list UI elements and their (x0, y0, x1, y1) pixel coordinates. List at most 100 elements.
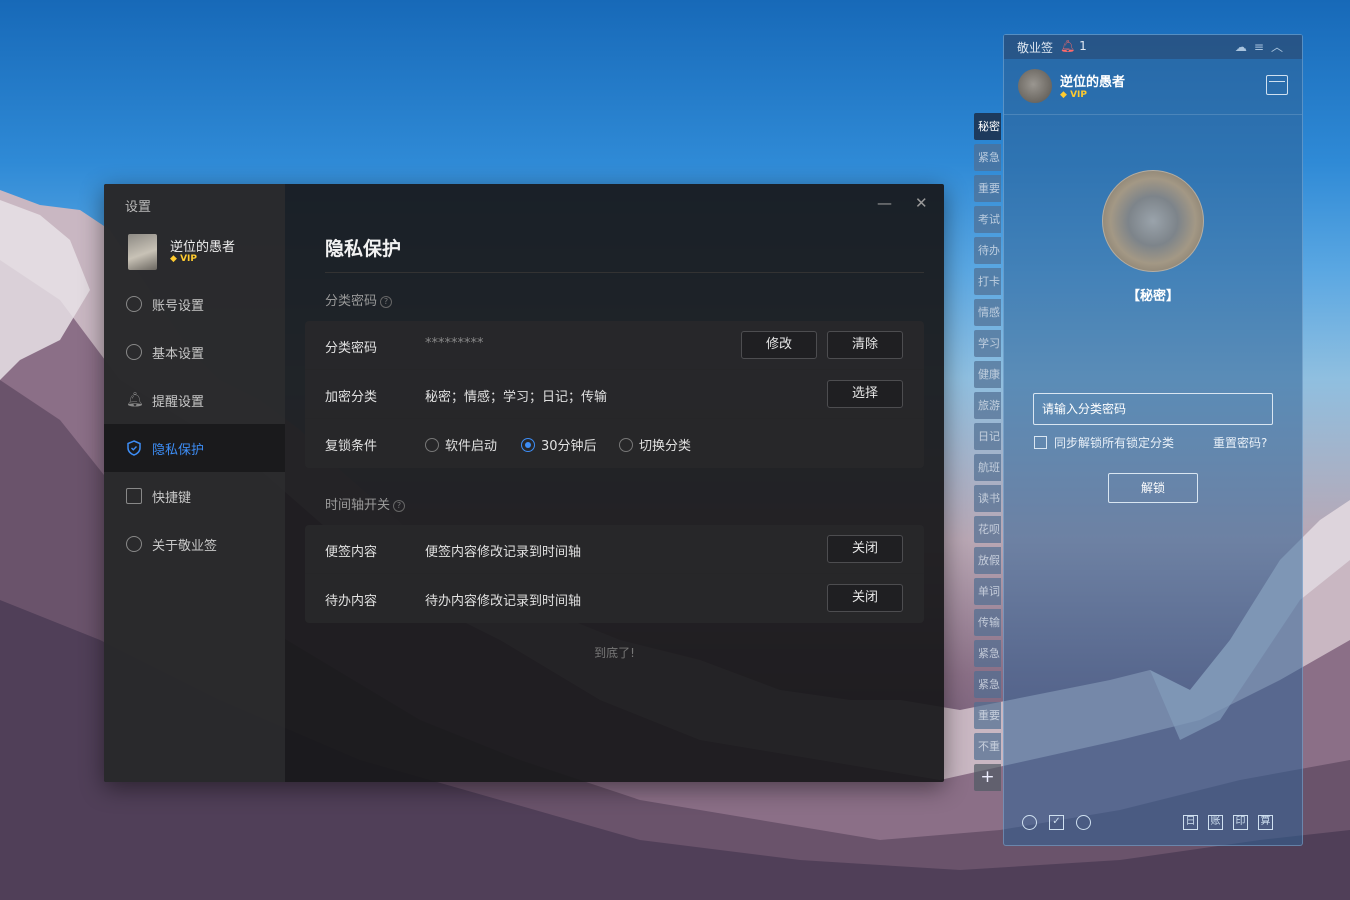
category-tab[interactable]: 紧急 (974, 144, 1001, 171)
widget-header: 逆位的愚者 ◆ VIP (1004, 59, 1302, 115)
checkbox (1034, 436, 1047, 449)
category-tab[interactable]: 航班 (974, 454, 1001, 481)
vip-badge: ◆ VIP (1060, 90, 1087, 100)
nav-label: 账号设置 (152, 298, 205, 314)
row-label: 待办内容 (325, 594, 378, 609)
row-label: 复锁条件 (325, 439, 378, 454)
section-label-password: 分类密码? (325, 290, 393, 309)
user-profile[interactable]: 逆位的愚者 ◆ VIP (128, 234, 278, 272)
vip-badge: ◆ VIP (170, 254, 197, 264)
minimize-icon[interactable]: — (877, 194, 892, 212)
settings-icon (126, 344, 142, 360)
category-tab[interactable]: 情感 (974, 299, 1001, 326)
reset-password-link[interactable]: 重置密码? (1213, 434, 1267, 451)
collapse-icon[interactable]: ︿ (1271, 40, 1290, 54)
category-tab[interactable]: 秘密 (974, 113, 1001, 140)
settings-content: — ✕ 隐私保护 分类密码? 分类密码 ********* 修改 清除 加密分类… (285, 184, 944, 782)
search-icon[interactable] (1076, 815, 1091, 830)
nav-label: 关于敬业签 (152, 538, 218, 554)
select-button[interactable]: 选择 (827, 380, 903, 408)
category-tab[interactable]: 旅游 (974, 392, 1001, 419)
row-label: 加密分类 (325, 390, 378, 405)
todo-check-icon[interactable]: ✓ (1049, 815, 1064, 830)
radio-software-start[interactable]: 软件启动 (425, 435, 497, 454)
radio-30min[interactable]: 30分钟后 (521, 435, 597, 454)
username: 逆位的愚者 (1060, 75, 1126, 90)
close-icon[interactable]: ✕ (915, 194, 928, 212)
category-tab[interactable]: 健康 (974, 361, 1001, 388)
username: 逆位的愚者 (170, 240, 236, 255)
diamond-icon: ◆ (170, 254, 177, 264)
encrypted-categories: 秘密；情感；学习；日记；传输 (425, 390, 608, 405)
titlebar-icons: ☁≡︿ (1235, 38, 1290, 55)
help-icon[interactable]: ? (380, 295, 393, 308)
help-icon[interactable]: ? (393, 499, 406, 512)
category-tab[interactable]: 学习 (974, 330, 1001, 357)
category-tab[interactable]: 待办 (974, 237, 1001, 264)
category-tab[interactable]: 重要 (974, 702, 1001, 729)
clock-icon[interactable] (1022, 815, 1037, 830)
radio-dot-selected (521, 437, 535, 452)
avatar[interactable] (1018, 69, 1052, 103)
widget-toolbar: ✓ 日 账 印 算 (1004, 805, 1302, 845)
nav-item-account[interactable]: 账号设置 (104, 280, 285, 328)
category-tab[interactable]: 读书 (974, 485, 1001, 512)
row-label: 便签内容 (325, 545, 378, 560)
bottom-tool-2[interactable]: 账 (1208, 815, 1223, 830)
end-of-list: 到底了! (594, 646, 635, 660)
calendar-icon[interactable] (1266, 75, 1288, 95)
notification-bell[interactable]: 🔔︎ 1 (1060, 39, 1087, 53)
modify-button[interactable]: 修改 (741, 331, 817, 359)
section-label-timeline: 时间轴开关? (325, 494, 406, 513)
clear-button[interactable]: 清除 (827, 331, 903, 359)
row-encrypted: 加密分类 秘密；情感；学习；日记；传输 选择 (305, 370, 924, 419)
category-tab[interactable]: 日记 (974, 423, 1001, 450)
category-tab[interactable]: 不重 (974, 733, 1001, 760)
category-tab[interactable]: 单词 (974, 578, 1001, 605)
category-password-input[interactable]: 请输入分类密码 (1033, 393, 1273, 425)
row-relock: 复锁条件 软件启动 30分钟后 切换分类 (305, 419, 924, 468)
row-password: 分类密码 ********* 修改 清除 (305, 321, 924, 370)
info-icon (126, 536, 142, 552)
category-tab[interactable]: 考试 (974, 206, 1001, 233)
category-tab[interactable]: 放假 (974, 547, 1001, 574)
sync-unlock-checkbox[interactable]: 同步解锁所有锁定分类 (1034, 434, 1174, 451)
category-tab[interactable]: 紧急 (974, 671, 1001, 698)
category-tab[interactable]: 花呗 (974, 516, 1001, 543)
row-label: 分类密码 (325, 341, 378, 356)
window-title: 设置 (125, 200, 152, 215)
category-tab[interactable]: 传输 (974, 609, 1001, 636)
category-tab[interactable]: 重要 (974, 175, 1001, 202)
settings-nav: 账号设置 基本设置 🔔︎ 提醒设置 隐私保护 快捷键 关于敬业签 (104, 280, 285, 568)
radio-switch-category[interactable]: 切换分类 (619, 435, 691, 454)
widget-titlebar: 敬业签 🔔︎ 1 ☁≡︿ (1004, 35, 1302, 59)
bottom-tool-3[interactable]: 印 (1233, 815, 1248, 830)
bell-icon: 🔔︎ (1060, 39, 1076, 53)
add-category-icon[interactable]: + (974, 764, 1001, 791)
nav-item-shortcuts[interactable]: 快捷键 (104, 472, 285, 520)
avatar (128, 234, 157, 270)
row-desc: 待办内容修改记录到时间轴 (425, 594, 582, 609)
user-icon (126, 296, 142, 312)
nav-item-about[interactable]: 关于敬业签 (104, 520, 285, 568)
row-timeline-notes: 便签内容 便签内容修改记录到时间轴 关闭 (305, 525, 924, 574)
password-mask: ********* (425, 336, 484, 351)
bottom-tool-4[interactable]: 算 (1258, 815, 1273, 830)
nav-item-reminder[interactable]: 🔔︎ 提醒设置 (104, 376, 285, 424)
cloud-icon[interactable]: ☁ (1235, 40, 1254, 54)
nav-item-basic[interactable]: 基本设置 (104, 328, 285, 376)
unlock-button[interactable]: 解锁 (1108, 473, 1198, 503)
toggle-notes-button[interactable]: 关闭 (827, 535, 903, 563)
nav-label: 提醒设置 (152, 394, 205, 410)
toggle-todos-button[interactable]: 关闭 (827, 584, 903, 612)
nav-label: 快捷键 (152, 490, 192, 506)
radio-dot (425, 437, 439, 452)
page-title: 隐私保护 (325, 238, 402, 260)
category-tab[interactable]: 打卡 (974, 268, 1001, 295)
nav-item-privacy[interactable]: 隐私保护 (104, 424, 285, 472)
settings-window: 设置 逆位的愚者 ◆ VIP 账号设置 基本设置 🔔︎ 提醒设置 隐私保护 快捷… (104, 184, 944, 782)
menu-icon[interactable]: ≡ (1254, 40, 1271, 54)
bottom-tool-1[interactable]: 日 (1183, 815, 1198, 830)
category-tab[interactable]: 紧急 (974, 640, 1001, 667)
note-widget: 敬业签 🔔︎ 1 ☁≡︿ 逆位的愚者 ◆ VIP 【秘密】 请输入分类密码 同步… (1003, 34, 1303, 846)
